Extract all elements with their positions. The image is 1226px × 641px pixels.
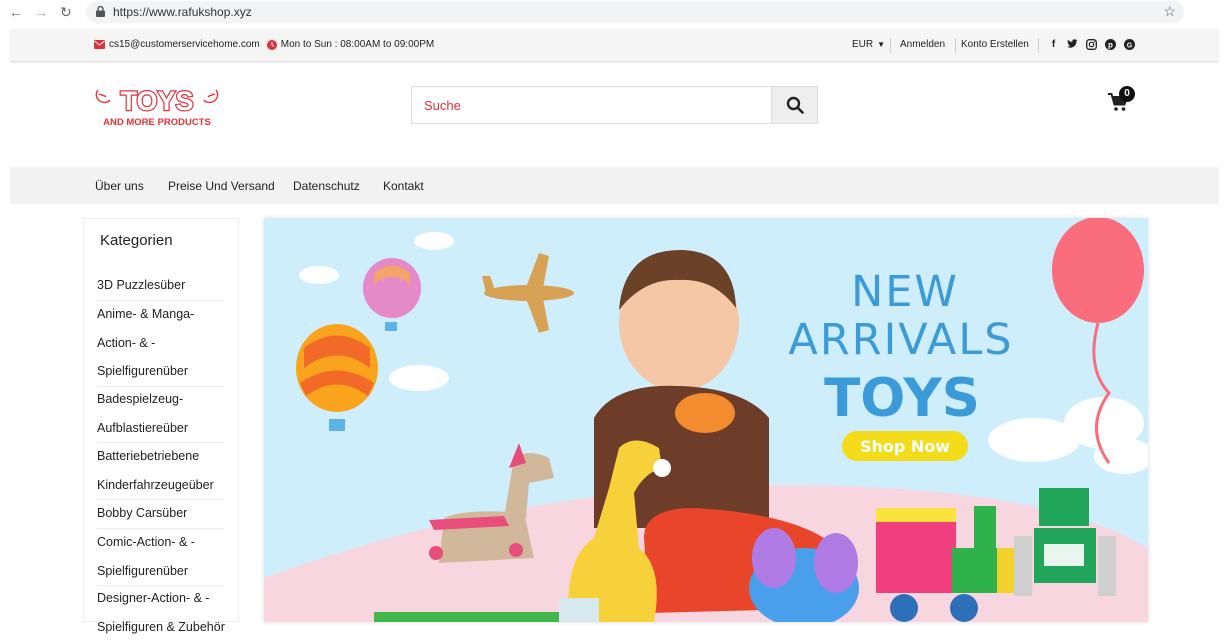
divider [1038,38,1039,53]
nav-item-ueber-uns[interactable]: Über uns [95,179,144,193]
category-item[interactable]: Bobby Carsüber [97,499,225,529]
social-links: f p G [1048,39,1135,50]
address-bar[interactable]: https://www.rafukshop.xyz ☆ [86,1,1184,23]
twitter-icon[interactable] [1067,39,1078,50]
forward-icon[interactable]: → [34,4,48,20]
category-item[interactable]: Batteriebetriebene Kinderfahrzeugeüber [97,442,225,500]
category-item[interactable]: 3D Puzzlesüber [97,271,225,301]
currency-label: EUR [852,39,874,50]
category-item[interactable]: Anime- & Manga-Action- & -Spielfigurenüb… [97,300,225,387]
hero-banner[interactable]: NEW ARRIVALS TOYS Shop Now [264,218,1148,622]
cart-button[interactable]: 0 [1108,86,1138,114]
pinterest-icon[interactable]: p [1105,39,1116,50]
login-link[interactable]: Anmelden [900,39,945,50]
clock-icon [266,39,277,50]
register-link[interactable]: Konto Erstellen [961,39,1029,50]
contact-email[interactable]: cs15@customerservicehome.com Mon to Sun … [94,39,434,50]
instagram-icon[interactable] [1086,39,1097,50]
search-icon [786,96,804,114]
currency-select[interactable]: EUR ▼ [852,39,885,50]
browser-toolbar: ← → ↻ https://www.rafukshop.xyz ☆ [0,0,1226,26]
nav-item-datenschutz[interactable]: Datenschutz [293,179,360,193]
divider [890,38,891,53]
search-form: Suche [411,86,818,124]
category-item[interactable]: Comic-Action- & -Spielfigurenüber [97,528,225,586]
sidebar-title: Kategorien [100,232,173,249]
reload-icon[interactable]: ↻ [60,4,72,21]
search-input[interactable]: Suche [424,98,461,113]
back-icon[interactable]: ← [9,4,23,20]
url-text: https://www.rafukshop.xyz [113,5,252,19]
svg-text:G: G [1127,42,1133,49]
logo-title: TOYS [120,86,193,116]
divider [955,38,956,53]
lock-icon [96,6,105,17]
banner-line-new: NEW [851,267,959,317]
nav-item-kontakt[interactable]: Kontakt [383,179,424,193]
email-text: cs15@customerservicehome.com [109,39,260,50]
caret-down-icon: ▼ [877,40,886,49]
shop-now-label: Shop Now [860,437,950,456]
logo-subtitle: AND MORE PRODUCTS [103,117,211,128]
banner-line-toys: TOYS [824,368,980,429]
cart-count-badge: 0 [1119,86,1135,102]
category-item[interactable]: Badespielzeug-Aufblastiereüber [97,385,225,443]
bookmark-star-icon[interactable]: ☆ [1163,3,1176,20]
category-item[interactable]: Designer-Action- & -Spielfiguren & Zubeh… [97,584,225,641]
nav-item-preise-versand[interactable]: Preise Und Versand [168,179,275,193]
hours-text: Mon to Sun : 08:00AM to 09:00PM [280,39,435,50]
banner-line-arrivals: ARRIVALS [788,315,1013,365]
envelope-icon [94,40,105,49]
shop-now-button[interactable]: Shop Now [842,431,968,461]
facebook-icon[interactable]: f [1048,39,1059,50]
svg-text:p: p [1108,41,1113,50]
main-navigation: Über uns Preise Und Versand Datenschutz … [10,167,1219,204]
category-sidebar: Kategorien 3D Puzzlesüber Anime- & Manga… [83,218,239,634]
top-info-bar: cs15@customerservicehome.com Mon to Sun … [10,29,1219,62]
search-button[interactable] [771,87,817,123]
site-logo[interactable]: TOYS AND MORE PRODUCTS [95,85,219,128]
google-plus-icon[interactable]: G [1124,39,1135,50]
